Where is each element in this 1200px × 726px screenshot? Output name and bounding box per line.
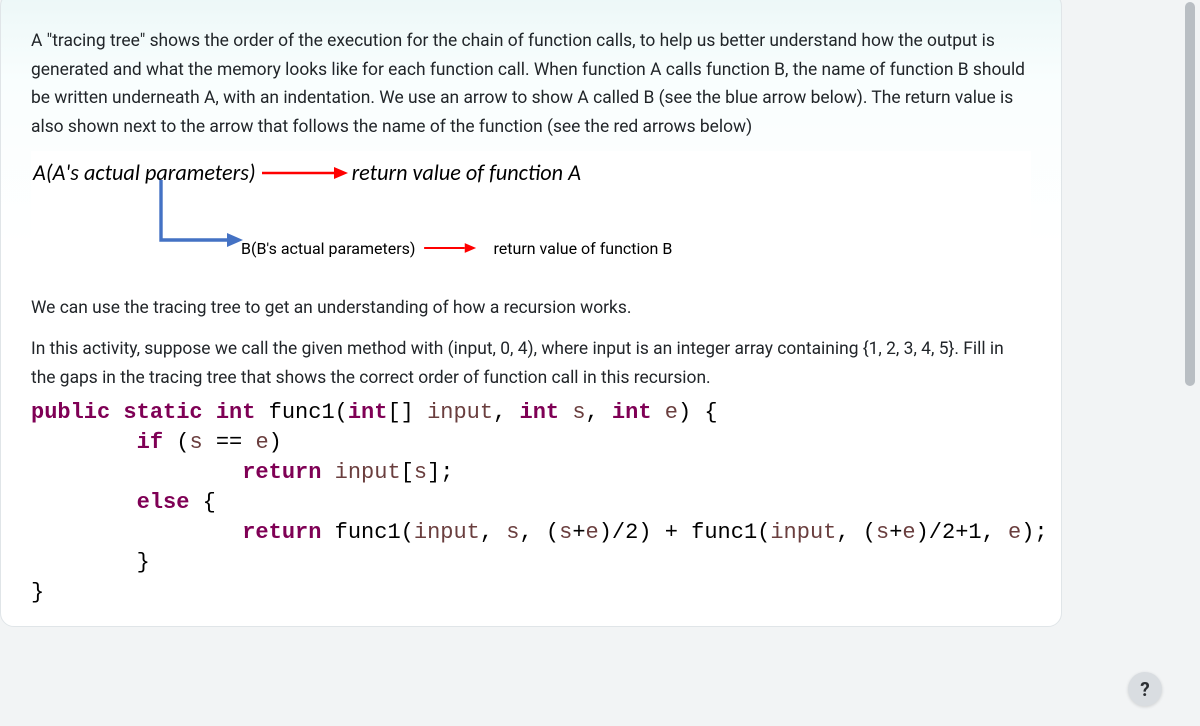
code-text: func1( [255,400,347,425]
code-var: input [427,400,493,425]
code-text: )/2) + func1( [599,520,771,545]
code-text: , [480,520,506,545]
code-text: + [889,520,902,545]
code-kw: return [242,520,321,545]
code-kw: int [612,400,652,425]
code-text: == [203,430,256,455]
code-text: , [586,400,612,425]
mid-paragraph: We can use the tracing tree to get an un… [31,294,1031,323]
code-text: { [189,490,215,515]
code-text [559,400,572,425]
activity-paragraph: In this activity, suppose we call the gi… [31,335,1031,392]
code-text: [] [387,400,427,425]
code-kw: return [242,460,321,485]
arrow-blue-icon [151,180,251,260]
code-var: e [665,400,678,425]
code-kw: int [520,400,560,425]
code-text [321,460,334,485]
code-text: , ( [520,520,560,545]
code-var: e [902,520,915,545]
code-var: e [1008,520,1021,545]
b-return-label: return value of function B [494,239,673,258]
code-text: ); [1021,520,1047,545]
a-return-label: return value of function A [352,159,581,186]
code-var: s [559,520,572,545]
b-call-label: B(B's actual parameters) [241,239,416,258]
vertical-scrollbar[interactable] [1182,0,1198,718]
code-text: )/2+1, [916,520,1008,545]
code-text: func1( [321,520,413,545]
intro-paragraph: A "tracing tree" shows the order of the … [31,27,1031,141]
code-text: , ( [836,520,876,545]
tracing-tree-diagram: A(A's actual parameters) return value of… [31,151,1031,278]
code-text: , [493,400,519,425]
code-var: s [189,430,202,455]
code-var: s [506,520,519,545]
code-text: } [31,580,44,605]
code-var: s [414,460,427,485]
page: A "tracing tree" shows the order of the … [0,0,1062,718]
help-icon: ? [1140,678,1149,701]
code-text: } [137,550,150,575]
code-var: e [586,520,599,545]
code-text: ( [163,430,189,455]
code-text: ]; [427,460,453,485]
code-text [31,490,137,515]
code-var: input [414,520,480,545]
code-var: input [335,460,401,485]
code-text: + [572,520,585,545]
code-kw: if [137,430,163,455]
code-var: s [572,400,585,425]
code-text [31,520,242,545]
arrow-red-icon [416,238,494,258]
code-kw: else [137,490,190,515]
code-var: e [255,430,268,455]
code-text: [ [401,460,414,485]
code-kw: public static int [31,400,255,425]
code-text [31,430,137,455]
diagram-row-b: B(B's actual parameters) return value of… [241,238,672,258]
help-button[interactable]: ? [1128,672,1162,706]
code-text [31,550,137,575]
code-text: ) [269,430,282,455]
code-block: public static int func1(int[] input, int… [31,398,1031,608]
diagram-row-b-wrap: B(B's actual parameters) return value of… [33,190,1029,272]
code-kw: int [348,400,388,425]
code-var: s [876,520,889,545]
content-card: A "tracing tree" shows the order of the … [0,0,1062,627]
code-text: ) { [678,400,718,425]
code-var: input [770,520,836,545]
scroll-thumb[interactable] [1185,2,1195,386]
code-text [652,400,665,425]
code-text [31,460,242,485]
arrow-red-icon [256,163,352,183]
